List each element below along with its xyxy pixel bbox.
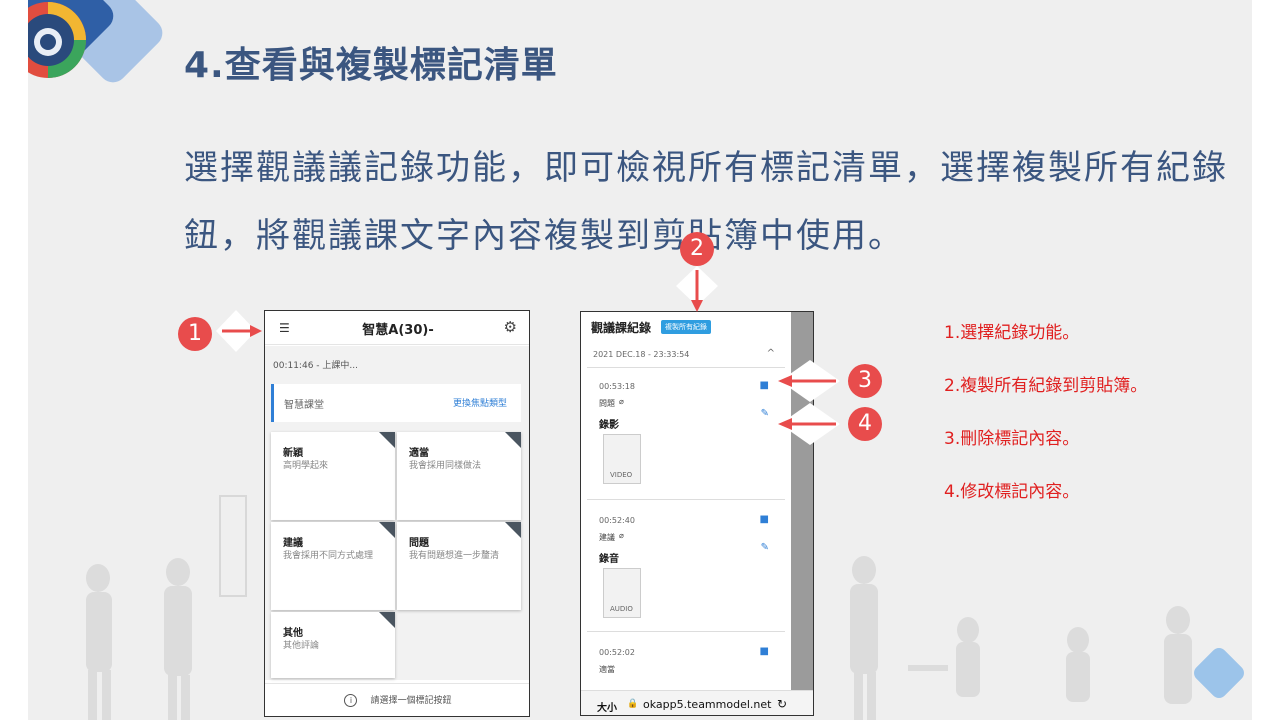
record-tag: 適當 bbox=[599, 665, 615, 674]
phone1-title: 智慧A(30)- bbox=[362, 323, 434, 338]
delete-trash-icon[interactable]: ■ bbox=[760, 646, 769, 657]
phone-marking-screen: ☰ 智慧A(30)- ⚙ 00:11:46 - 上課中... 智慧課堂 更換焦點… bbox=[264, 310, 530, 717]
card-title: 問題 bbox=[409, 538, 429, 549]
delete-trash-icon[interactable]: ■ bbox=[760, 514, 769, 525]
record-type: 錄音 bbox=[599, 554, 619, 565]
phone2-title: 觀議課紀錄 bbox=[591, 321, 652, 335]
session-date: 2021 DEC.18 - 23:33:54 bbox=[593, 350, 690, 359]
record-item: 00:53:18 問題 ⌀ 錄影 ■ ✎ VIDEO bbox=[587, 370, 785, 500]
card-desc: 我有問題想進一步釐清 bbox=[409, 551, 500, 561]
record-time: 00:52:40 bbox=[599, 516, 635, 525]
edit-pencil-icon[interactable]: ✎ bbox=[761, 408, 769, 419]
card-title: 新穎 bbox=[283, 448, 303, 459]
mark-card-novel[interactable]: 新穎 高明學起來 bbox=[271, 432, 395, 520]
callout-arrow-4 bbox=[778, 403, 840, 445]
callout-badge-4: 4 bbox=[848, 407, 882, 441]
reload-icon[interactable]: ↻ bbox=[777, 697, 787, 711]
phone2-header: 觀議課紀錄 複製所有紀錄 bbox=[581, 312, 791, 342]
callout-arrow-1 bbox=[216, 310, 262, 352]
record-panel: 觀議課紀錄 複製所有紀錄 2021 DEC.18 - 23:33:54 ^ 00… bbox=[581, 312, 813, 715]
note-3: 3.刪除標記內容。 bbox=[944, 429, 1080, 449]
url-text: okapp5.teammodel.net bbox=[643, 698, 772, 711]
card-desc: 其他評論 bbox=[283, 641, 320, 651]
slide: 4.查看與複製標記清單 選擇觀議議記錄功能，即可檢視所有標記清單，選擇複製所有紀… bbox=[28, 0, 1252, 720]
card-title: 適當 bbox=[409, 448, 429, 459]
collapse-chevron-icon[interactable]: ^ bbox=[767, 348, 775, 359]
text-size-label[interactable]: 大小 bbox=[597, 699, 617, 714]
logo bbox=[28, 0, 168, 110]
info-icon: i bbox=[344, 694, 358, 707]
note-4: 4.修改標記內容。 bbox=[944, 482, 1080, 502]
card-desc: 我會採用同樣做法 bbox=[409, 461, 482, 471]
audio-file-icon[interactable]: AUDIO bbox=[603, 568, 641, 618]
body-line-1: 選擇觀議議記錄功能，即可檢視所有標記清單，選擇複製所有紀錄 bbox=[184, 148, 1228, 188]
edit-pencil-icon[interactable]: ✎ bbox=[761, 542, 769, 553]
phone1-footer: i 請選擇一個標記按鈕 bbox=[265, 683, 529, 716]
phone1-header: ☰ 智慧A(30)- ⚙ bbox=[265, 311, 529, 345]
footer-hint: 請選擇一個標記按鈕 bbox=[370, 696, 452, 706]
phone1-body: 00:11:46 - 上課中... 智慧課堂 更換焦點類型 新穎 高明學起來 適… bbox=[265, 346, 529, 680]
callout-arrow-2 bbox=[676, 266, 718, 312]
mark-card-suggestion[interactable]: 建議 我會採用不同方式處理 bbox=[271, 522, 395, 610]
record-item: 00:52:02 適當 ■ bbox=[587, 636, 785, 686]
record-tag: 問題 bbox=[599, 399, 615, 408]
category-label: 智慧課堂 bbox=[284, 400, 324, 411]
record-item: 00:52:40 建議 ⌀ 錄音 ■ ✎ AUDIO bbox=[587, 504, 785, 632]
mark-card-appropriate[interactable]: 適當 我會採用同樣做法 bbox=[397, 432, 521, 520]
file-label: AUDIO bbox=[610, 605, 633, 613]
callout-badge-1: 1 bbox=[178, 317, 212, 351]
attachment-icon: ⌀ bbox=[619, 397, 624, 406]
card-title: 建議 bbox=[283, 538, 303, 549]
card-title: 其他 bbox=[283, 628, 303, 639]
slide-title: 4.查看與複製標記清單 bbox=[184, 45, 558, 86]
callout-badge-3: 3 bbox=[848, 364, 882, 398]
note-2: 2.複製所有紀錄到剪貼簿。 bbox=[944, 376, 1148, 396]
switch-focus-type-link[interactable]: 更換焦點類型 bbox=[453, 396, 507, 409]
file-label: VIDEO bbox=[610, 471, 633, 479]
corner-diamond bbox=[1194, 648, 1244, 698]
slide-body: 選擇觀議議記錄功能，即可檢視所有標記清單，選擇複製所有紀錄 鈕，將觀議課文字內容… bbox=[184, 134, 1252, 270]
copy-all-records-button[interactable]: 複製所有紀錄 bbox=[661, 320, 711, 334]
callout-badge-2: 2 bbox=[680, 232, 714, 266]
step-notes: 1.選擇紀錄功能。 2.複製所有紀錄到剪貼簿。 3.刪除標記內容。 4.修改標記… bbox=[944, 318, 1147, 530]
record-tag: 建議 bbox=[599, 533, 615, 542]
lock-icon: 🔒 bbox=[627, 699, 639, 709]
lesson-status: 00:11:46 - 上課中... bbox=[273, 361, 358, 371]
card-desc: 高明學起來 bbox=[283, 461, 329, 471]
video-file-icon[interactable]: VIDEO bbox=[603, 434, 641, 484]
settings-gear-icon[interactable]: ⚙ bbox=[504, 318, 517, 336]
mark-card-other[interactable]: 其他 其他評論 bbox=[271, 612, 395, 678]
record-time: 00:52:02 bbox=[599, 648, 635, 657]
note-1: 1.選擇紀錄功能。 bbox=[944, 323, 1080, 343]
body-line-2: 鈕，將觀議課文字內容複製到剪貼簿中使用。 bbox=[184, 216, 904, 256]
delete-trash-icon[interactable]: ■ bbox=[760, 380, 769, 391]
session-header: 2021 DEC.18 - 23:33:54 ^ bbox=[587, 344, 785, 368]
callout-arrow-3 bbox=[778, 360, 840, 402]
record-time: 00:53:18 bbox=[599, 382, 635, 391]
attachment-icon: ⌀ bbox=[619, 531, 624, 540]
record-type: 錄影 bbox=[599, 420, 619, 431]
mark-card-question[interactable]: 問題 我有問題想進一步釐清 bbox=[397, 522, 521, 610]
browser-url-bar[interactable]: 大小 🔒 okapp5.teammodel.net ↻ bbox=[581, 690, 813, 715]
card-desc: 我會採用不同方式處理 bbox=[283, 551, 374, 561]
category-bar: 智慧課堂 更換焦點類型 bbox=[271, 384, 521, 422]
